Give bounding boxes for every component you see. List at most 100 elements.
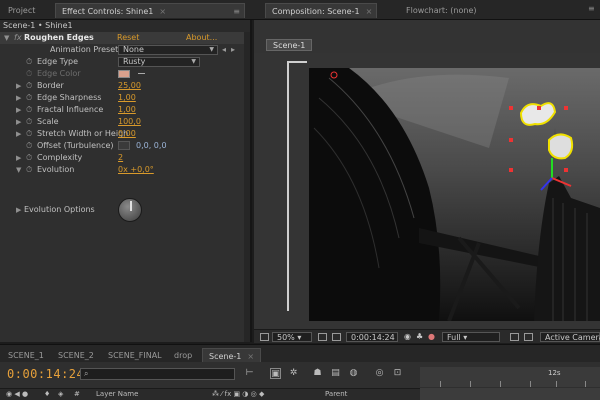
- stopwatch-icon[interactable]: ⏱: [26, 104, 32, 116]
- timeline-tab-drop[interactable]: drop: [168, 348, 198, 363]
- search-icon: ⌕: [84, 369, 89, 378]
- close-icon[interactable]: ×: [366, 7, 373, 16]
- param-evolution-options: ▶ Evolution Options: [16, 204, 95, 216]
- breadcrumb: Scene-1 • Shine1: [0, 20, 250, 32]
- chevron-right-icon[interactable]: ▶: [16, 92, 21, 104]
- crosshair-icon[interactable]: [118, 141, 130, 150]
- composition-mini-flowchart-icon[interactable]: ⊢: [244, 368, 255, 379]
- label-icon[interactable]: ◈: [58, 390, 63, 398]
- about-link[interactable]: About...: [186, 32, 217, 44]
- layer-bounds: [287, 61, 307, 311]
- towers-image: [309, 68, 600, 321]
- camera-snapshot-icon[interactable]: ◉: [404, 332, 411, 342]
- edge-type-dropdown[interactable]: Rusty ▼: [118, 57, 200, 67]
- tab-project[interactable]: Project: [2, 3, 41, 18]
- composition-image[interactable]: [309, 68, 600, 321]
- param-edge-sharpness: ▶ ⏱ Edge Sharpness 1,00: [16, 92, 136, 104]
- stopwatch-icon[interactable]: ⏱: [26, 164, 32, 176]
- ruler-tick: [500, 381, 501, 387]
- monitor-icon[interactable]: [260, 333, 269, 341]
- graph-editor-icon[interactable]: ⊡: [392, 368, 403, 379]
- resolution-dropdown[interactable]: Full ▾: [442, 332, 500, 342]
- edge-color-swatch[interactable]: [118, 70, 130, 78]
- chevron-left-icon[interactable]: ◂: [222, 44, 226, 56]
- timeline-tab-scene-1-active[interactable]: Scene-1 ×: [202, 348, 262, 363]
- stopwatch-icon[interactable]: ⏱: [26, 92, 32, 104]
- region-of-interest-icon[interactable]: [510, 333, 519, 341]
- safe-zone-icon[interactable]: [332, 333, 341, 341]
- timeline-track-area[interactable]: [420, 388, 600, 400]
- chevron-right-icon[interactable]: ▸: [231, 44, 235, 56]
- frame-blending-icon[interactable]: ▤: [330, 368, 341, 379]
- timeline-tab-scene-1[interactable]: SCENE_1: [2, 348, 50, 363]
- chevron-down-icon[interactable]: ▼: [16, 164, 21, 176]
- timeline-timecode[interactable]: 0:00:14:24: [7, 367, 84, 381]
- edge-sharpness-value[interactable]: 1,00: [118, 92, 136, 104]
- fx-icon[interactable]: fx: [14, 32, 22, 44]
- stopwatch-icon[interactable]: ⏱: [26, 152, 32, 164]
- lock-icon[interactable]: ♦: [44, 390, 50, 398]
- column-parent: Parent: [325, 390, 348, 398]
- panel-menu-icon[interactable]: ≡: [588, 4, 595, 13]
- transparency-grid-icon[interactable]: [524, 333, 533, 341]
- motion-blur-icon[interactable]: ◍: [348, 368, 359, 379]
- panel-menu-icon[interactable]: ≡: [233, 4, 240, 19]
- composition-viewer[interactable]: [254, 53, 600, 343]
- composition-toolbar: 50% ▾ 0:00:14:24 ◉ ♣ ● Full ▾ Active Cam…: [254, 329, 600, 343]
- effect-name: Roughen Edges: [24, 33, 94, 42]
- close-icon[interactable]: ×: [247, 352, 254, 361]
- scene-button[interactable]: Scene-1: [266, 39, 313, 51]
- stopwatch-icon[interactable]: ⏱: [26, 140, 32, 152]
- fractal-influence-value[interactable]: 1,00: [118, 104, 136, 116]
- timeline-panel: 0:00:14:24 ⌕ ⊢ ▣ ✲ ☗ ▤ ◍ ◎ ⊡ 12s ◉ ◀ ● ♦…: [0, 362, 600, 400]
- timeline-tab-scene-final[interactable]: SCENE_FINAL: [102, 348, 168, 363]
- zoom-dropdown[interactable]: 50% ▾: [272, 332, 312, 342]
- eyedropper-icon[interactable]: [138, 73, 145, 74]
- param-evolution: ▼ ⏱ Evolution 0x +0,0°: [16, 164, 154, 176]
- hide-shy-layers-icon[interactable]: ☗: [312, 368, 323, 379]
- effect-header-row[interactable]: ▼ fx Roughen Edges Reset About...: [0, 32, 250, 44]
- reset-link[interactable]: Reset: [117, 32, 139, 44]
- tab-flowchart[interactable]: Flowchart: (none): [400, 3, 483, 18]
- param-offset: ⏱ Offset (Turbulence) 0,0, 0,0: [26, 140, 167, 152]
- stopwatch-icon[interactable]: ⏱: [26, 116, 32, 128]
- offset-value[interactable]: 0,0, 0,0: [136, 140, 167, 152]
- current-time-field[interactable]: 0:00:14:24: [346, 332, 398, 342]
- chevron-right-icon[interactable]: ▶: [16, 152, 21, 164]
- layer-switches-icons[interactable]: ⁂ ⁄ fx ▣ ◑ ◎ ◆: [212, 390, 264, 398]
- chevron-right-icon[interactable]: ▶: [16, 128, 21, 140]
- chevron-right-icon[interactable]: ▶: [16, 104, 21, 116]
- timeline-tab-scene-2[interactable]: SCENE_2: [52, 348, 100, 363]
- stretch-value[interactable]: 0,00: [118, 128, 136, 140]
- layer-column-header: ◉ ◀ ● ♦ ◈ # Layer Name ⁂ ⁄ fx ▣ ◑ ◎ ◆ Pa…: [0, 388, 420, 400]
- close-icon[interactable]: ×: [159, 7, 166, 16]
- live-update-icon[interactable]: ▣: [270, 368, 281, 379]
- chevron-right-icon[interactable]: ▶: [16, 204, 21, 216]
- av-features-icon[interactable]: ◉ ◀ ●: [6, 390, 28, 398]
- border-value[interactable]: 25,00: [118, 80, 141, 92]
- time-ruler[interactable]: 12s: [420, 367, 600, 387]
- tab-effect-controls[interactable]: Effect Controls: Shine1 × ≡: [55, 3, 245, 18]
- layer-search-input[interactable]: ⌕: [80, 368, 235, 380]
- column-layer-name[interactable]: Layer Name: [96, 390, 138, 398]
- chevron-right-icon[interactable]: ▶: [16, 80, 21, 92]
- show-snapshot-icon[interactable]: ♣: [416, 332, 423, 342]
- brainstorm-icon[interactable]: ◎: [374, 368, 385, 379]
- camera-dropdown[interactable]: Active Camera: [540, 332, 600, 342]
- chevron-right-icon[interactable]: ▶: [16, 116, 21, 128]
- chevron-down-icon[interactable]: ▼: [4, 32, 9, 44]
- draft-3d-icon[interactable]: ✲: [288, 368, 299, 379]
- stopwatch-icon[interactable]: ⏱: [26, 128, 32, 140]
- stopwatch-icon[interactable]: ⏱: [26, 56, 32, 68]
- complexity-value[interactable]: 2: [118, 152, 123, 164]
- stopwatch-icon[interactable]: ⏱: [26, 80, 32, 92]
- stopwatch-icon[interactable]: ⏱: [26, 68, 32, 80]
- color-channels-icon[interactable]: ●: [428, 332, 435, 342]
- effect-controls-panel: Scene-1 • Shine1 ▼ fx Roughen Edges Rese…: [0, 20, 252, 342]
- evolution-value[interactable]: 0x +0,0°: [118, 164, 154, 176]
- animation-presets-dropdown[interactable]: None ▼: [118, 45, 218, 55]
- scrollbar[interactable]: [244, 32, 250, 342]
- scale-value[interactable]: 100,0: [118, 116, 141, 128]
- grid-icon[interactable]: [318, 333, 327, 341]
- tab-composition[interactable]: Composition: Scene-1 ×: [265, 3, 377, 18]
